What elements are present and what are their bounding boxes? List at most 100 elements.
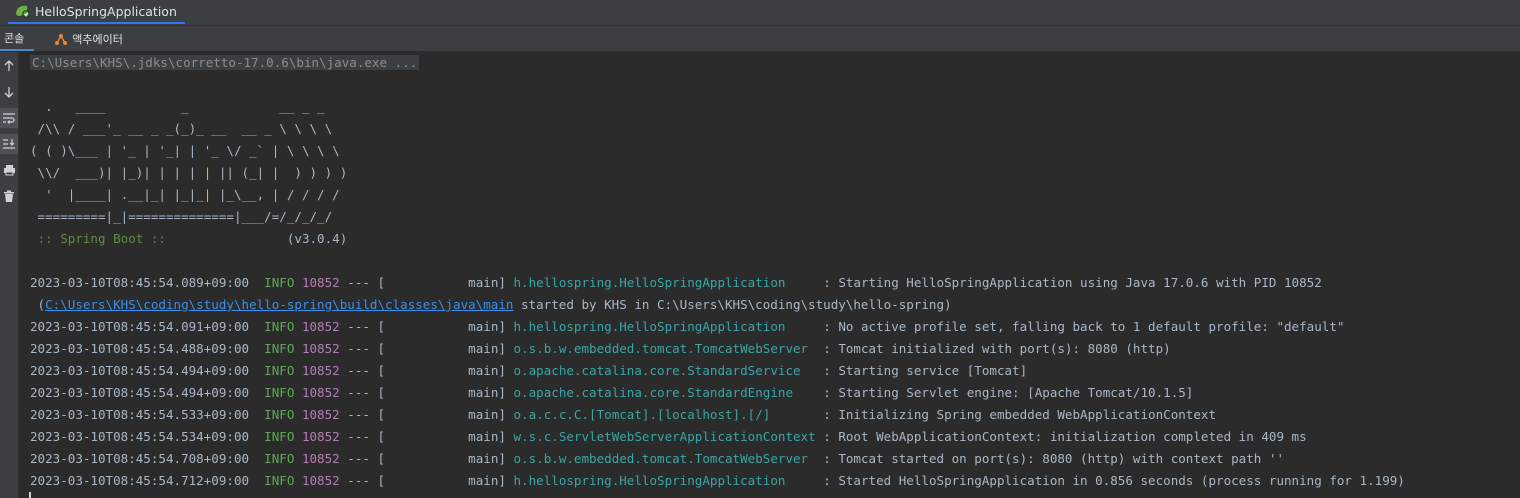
log-logger: o.a.c.c.C.[Tomcat].[localhost].[/] [513,407,816,422]
log-thread: --- [ main] [347,275,506,290]
actuator-icon [55,33,68,45]
log-level: INFO [264,429,295,444]
soft-wrap-button[interactable] [0,108,18,128]
log-message: : Started HelloSpringApplication in 0.85… [815,473,1405,488]
log-thread: --- [ main] [347,363,506,378]
up-button[interactable] [0,56,18,76]
log-line: 2023-03-10T08:45:54.089+09:00 INFO 10852… [30,273,1322,293]
log-timestamp: 2023-03-10T08:45:54.533+09:00 [30,407,250,422]
log-line: 2023-03-10T08:45:54.534+09:00 INFO 10852… [30,427,1307,447]
log-line: 2023-03-10T08:45:54.708+09:00 INFO 10852… [30,449,1284,469]
arrow-up-icon [4,60,14,71]
log-thread: --- [ main] [347,473,506,488]
log-message: : Tomcat initialized with port(s): 8080 … [815,341,1171,356]
log-pid: 10852 [301,319,340,334]
log-line: 2023-03-10T08:45:54.533+09:00 INFO 10852… [30,405,1216,425]
run-tool-window-header: HelloSpringApplication [0,0,1520,26]
arrow-down-icon [4,87,14,98]
log-line: 2023-03-10T08:45:54.488+09:00 INFO 10852… [30,339,1171,359]
log-timestamp: 2023-03-10T08:45:54.708+09:00 [30,451,250,466]
tab-actuator-label: 액추에이터 [72,32,123,46]
log-logger: o.apache.catalina.core.StandardEngine [513,385,816,400]
log-timestamp: 2023-03-10T08:45:54.488+09:00 [30,341,250,356]
tab-actuator[interactable]: 액추에이터 [50,26,133,51]
log-thread: --- [ main] [347,385,506,400]
log-line: 2023-03-10T08:45:54.494+09:00 INFO 10852… [30,383,1193,403]
log-continuation-line: (C:\Users\KHS\coding\study\hello-spring\… [30,295,952,315]
log-level: INFO [264,407,295,422]
scroll-to-end-button[interactable] [0,134,18,154]
log-message: : Tomcat started on port(s): 8080 (http)… [815,451,1284,466]
log-line: 2023-03-10T08:45:54.494+09:00 INFO 10852… [30,361,1027,381]
log-pid: 10852 [301,363,340,378]
log-thread: --- [ main] [347,341,506,356]
log-message: : Starting Servlet engine: [Apache Tomca… [815,385,1194,400]
log-message: : Starting HelloSpringApplication using … [815,275,1322,290]
scroll-to-end-icon [3,139,15,149]
print-button[interactable] [0,160,18,180]
console-output[interactable]: C:\Users\KHS\.jdks\corretto-17.0.6\bin\j… [19,52,1520,498]
log-pid: 10852 [301,341,340,356]
log-message: : Initializing Spring embedded WebApplic… [815,407,1217,422]
banner-line: ( ( )\___ | '_ | '_| | '_ \/ _` | \ \ \ … [30,143,340,158]
run-config-tab[interactable]: HelloSpringApplication [8,0,185,24]
banner-line: . ____ _ __ _ _ [30,99,325,114]
log-thread: --- [ main] [347,407,506,422]
log-logger: o.s.b.w.embedded.tomcat.TomcatWebServer [513,451,816,466]
log-timestamp: 2023-03-10T08:45:54.089+09:00 [30,275,250,290]
banner-line: ' |____| .__|_| |_|_| |_\__, | / / / / [30,187,340,202]
log-level: INFO [264,451,295,466]
spring-boot-version-line: :: Spring Boot :: (v3.0.4) [30,229,348,249]
log-level: INFO [264,275,295,290]
log-cont-rest: started by KHS in C:\Users\KHS\coding\st… [513,297,952,312]
console-toolbar [0,52,19,498]
spring-boot-icon [16,5,30,18]
log-pid: 10852 [301,275,340,290]
run-tab-label: HelloSpringApplication [35,3,177,19]
log-level: INFO [264,473,295,488]
log-pid: 10852 [301,407,340,422]
text-caret [29,492,31,498]
banner-line: =========|_|==============|___/=/_/_/_/ [30,209,333,224]
log-level: INFO [264,341,295,356]
log-thread: --- [ main] [347,451,506,466]
command-line[interactable]: C:\Users\KHS\.jdks\corretto-17.0.6\bin\j… [30,53,420,73]
log-level: INFO [264,319,295,334]
console-subtabs: 콘솔 액추에이터 [0,26,1520,51]
log-message: : Starting service [Tomcat] [815,363,1028,378]
log-level: INFO [264,385,295,400]
log-logger: o.apache.catalina.core.StandardService [513,363,816,378]
down-button[interactable] [0,82,18,102]
spring-boot-label: :: Spring Boot :: [30,231,166,246]
log-timestamp: 2023-03-10T08:45:54.534+09:00 [30,429,250,444]
log-timestamp: 2023-03-10T08:45:54.494+09:00 [30,363,250,378]
log-level: INFO [264,363,295,378]
log-logger: h.hellospring.HelloSpringApplication [513,319,816,334]
clear-button[interactable] [0,186,18,206]
tab-console[interactable]: 콘솔 [0,26,35,51]
log-logger: w.s.c.ServletWebServerApplicationContext [513,429,816,444]
log-thread: --- [ main] [347,429,506,444]
log-logger: h.hellospring.HelloSpringApplication [513,473,816,488]
log-line: 2023-03-10T08:45:54.712+09:00 INFO 10852… [30,471,1405,491]
log-message: : Root WebApplicationContext: initializa… [815,429,1307,444]
classpath-link[interactable]: C:\Users\KHS\coding\study\hello-spring\b… [45,297,513,312]
log-pid: 10852 [301,429,340,444]
log-line: 2023-03-10T08:45:54.091+09:00 INFO 10852… [30,317,1344,337]
log-timestamp: 2023-03-10T08:45:54.494+09:00 [30,385,250,400]
log-pid: 10852 [301,385,340,400]
log-thread: --- [ main] [347,319,506,334]
log-pid: 10852 [301,451,340,466]
command-text[interactable]: C:\Users\KHS\.jdks\corretto-17.0.6\bin\j… [30,55,420,70]
log-cont-open: ( [30,297,46,312]
log-message: : No active profile set, falling back to… [815,319,1345,334]
banner-line: \\/ ___)| |_)| | | | | || (_| | ) ) ) ) [30,165,348,180]
soft-wrap-icon [3,113,15,124]
log-timestamp: 2023-03-10T08:45:54.091+09:00 [30,319,250,334]
log-logger: h.hellospring.HelloSpringApplication [513,275,816,290]
log-logger: o.s.b.w.embedded.tomcat.TomcatWebServer [513,341,816,356]
trash-icon [4,190,14,202]
banner-line: /\\ / ___'_ __ _ _(_)_ __ __ _ \ \ \ \ [30,121,333,136]
log-timestamp: 2023-03-10T08:45:54.712+09:00 [30,473,250,488]
spring-boot-version: (v3.0.4) [165,231,348,246]
